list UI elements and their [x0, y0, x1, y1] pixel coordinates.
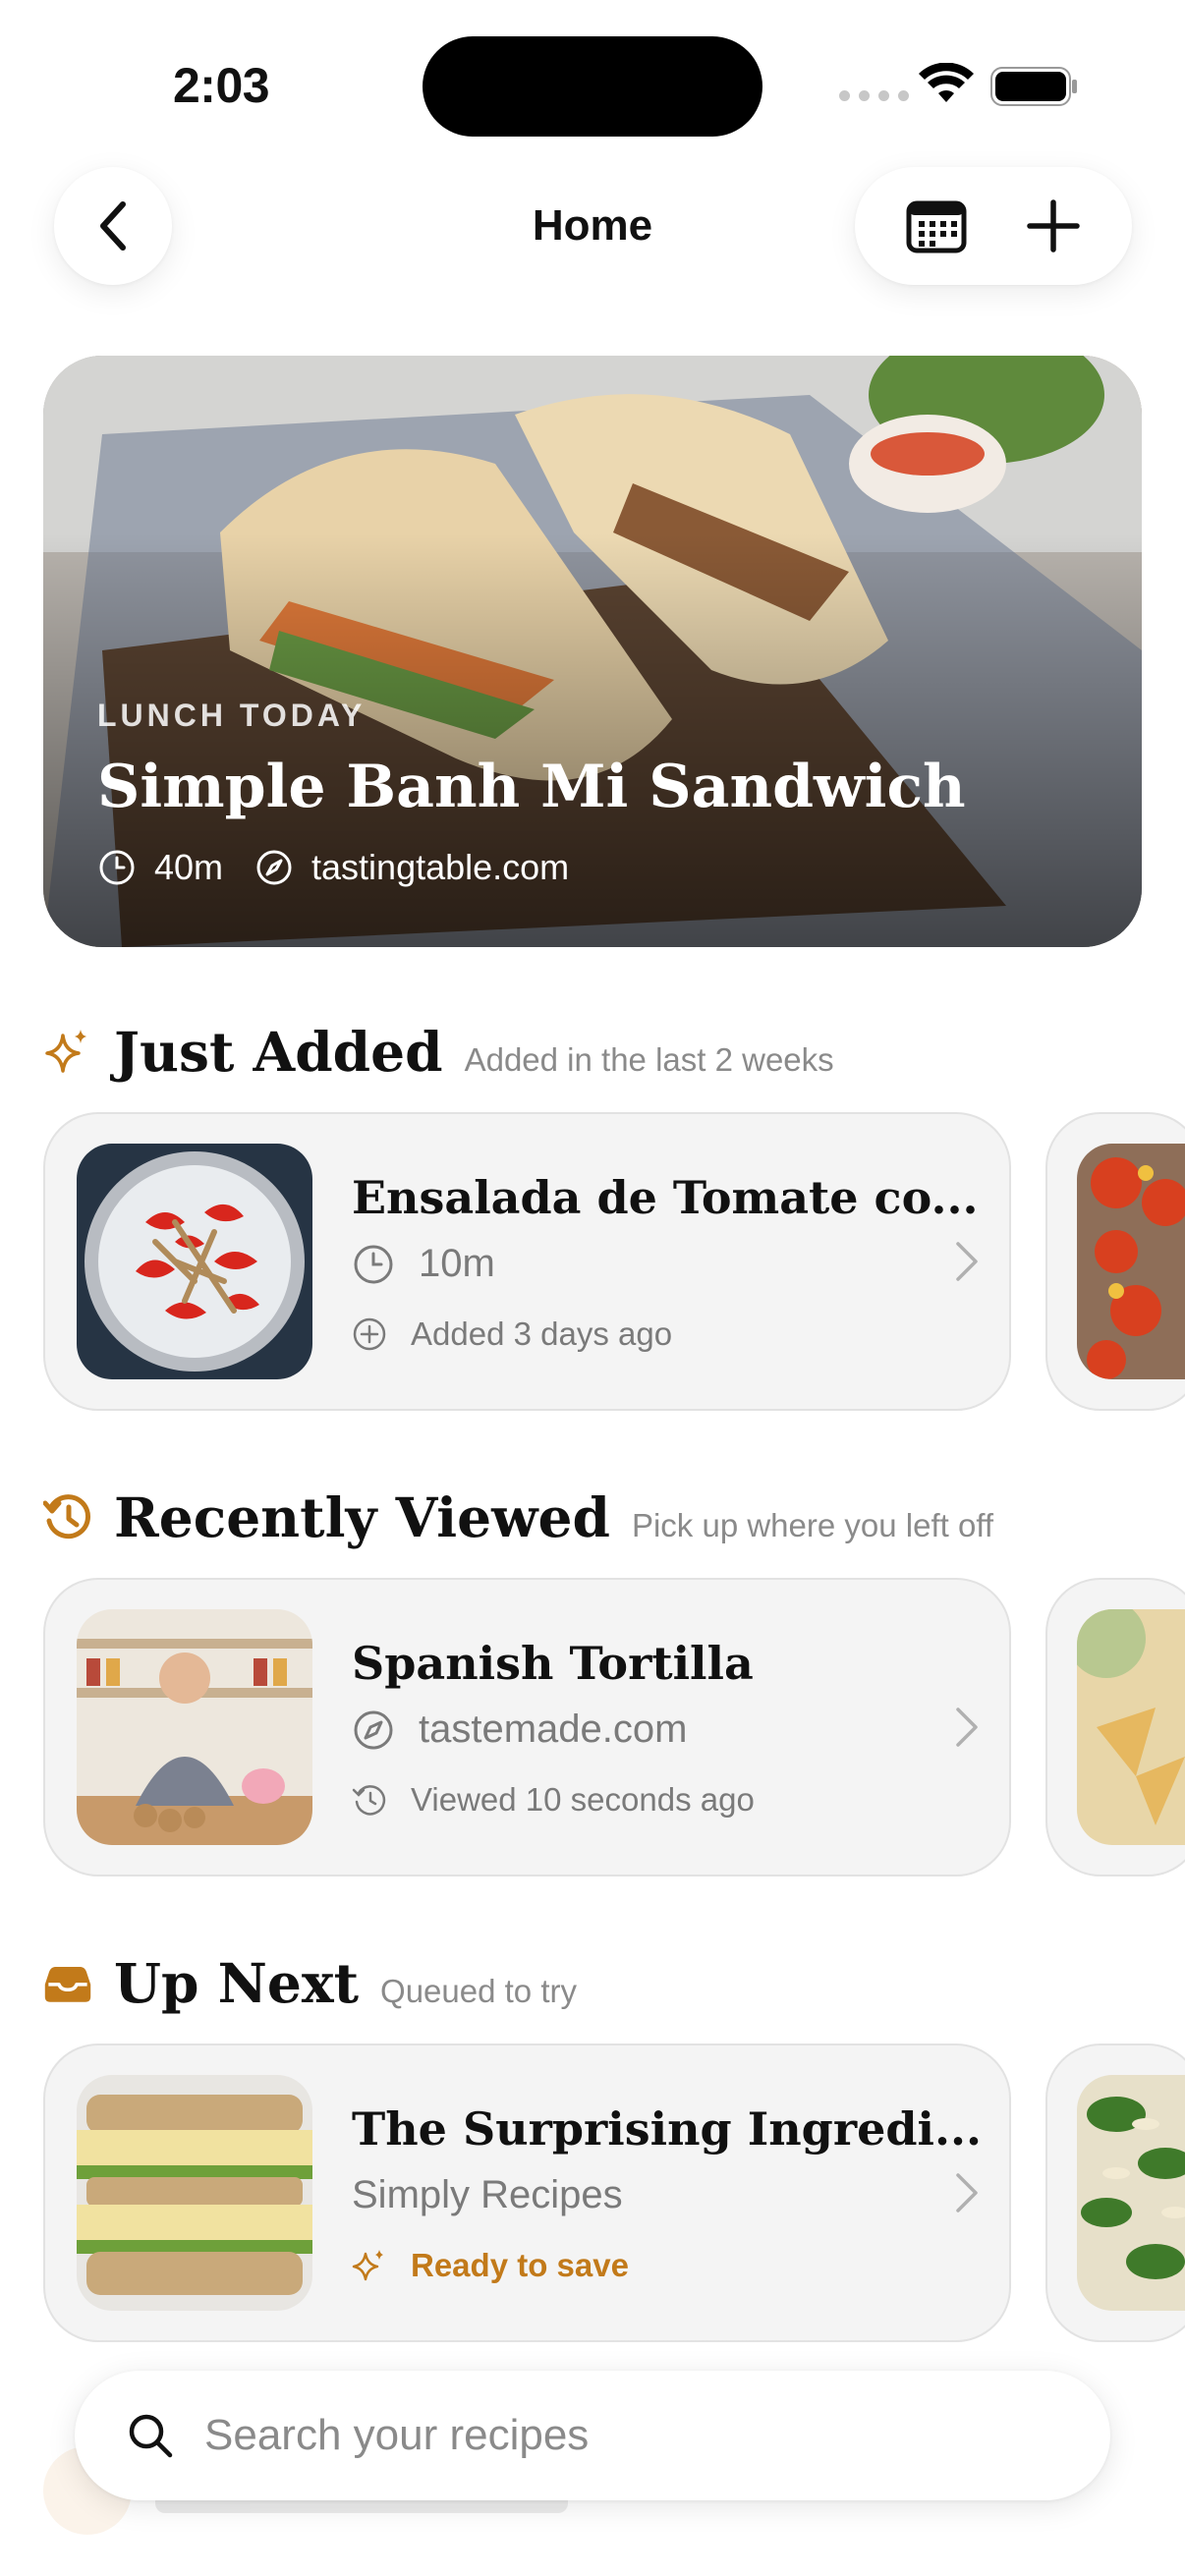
status-bar: 2:03 [0, 0, 1185, 147]
recipe-viewed-row: Viewed 10 seconds ago [352, 1781, 755, 1819]
recipe-status: Ready to save [411, 2247, 629, 2283]
clock-icon [99, 850, 135, 885]
clock-icon [354, 1245, 393, 1283]
cellular-signal-icon [839, 90, 909, 101]
nav-actions [855, 167, 1132, 285]
section-title: Up Next [114, 1951, 360, 2015]
recipe-title: Ensalada de Tomate co... [352, 1171, 979, 1224]
sparkles-icon [45, 1029, 86, 1073]
search-input[interactable] [204, 2411, 990, 2460]
section-subtitle: Added in the last 2 weeks [464, 1041, 834, 1078]
recipe-thumbnail [77, 1609, 312, 1845]
recipe-thumbnail [1077, 2075, 1185, 2311]
section-header-recently-viewed: Recently Viewed Pick up where you left o… [43, 1485, 993, 1549]
recipe-time-row: 10m [352, 1242, 495, 1286]
recipe-added-row: Added 3 days ago [352, 1316, 672, 1353]
dynamic-island [423, 36, 762, 137]
recipe-status-row: Ready to save [352, 2247, 629, 2284]
hero-card[interactable]: LUNCH TODAY Simple Banh Mi Sandwich 40m … [43, 356, 1142, 947]
section-title: Recently Viewed [114, 1485, 610, 1549]
battery-icon [990, 67, 1077, 106]
recipe-card-up-next[interactable]: The Surprising Ingredi... Simply Recipes… [43, 2044, 1011, 2342]
recipe-added-date: Added 3 days ago [411, 1316, 673, 1352]
recipe-source: Simply Recipes [352, 2173, 623, 2216]
section-subtitle: Pick up where you left off [631, 1507, 994, 1543]
search-icon [129, 2414, 173, 2458]
recipe-source-row: Simply Recipes [352, 2173, 623, 2217]
status-time: 2:03 [173, 58, 270, 113]
plus-circle-icon [353, 1317, 386, 1351]
hero-kicker: LUNCH TODAY [97, 698, 367, 733]
history-icon [352, 1785, 386, 1816]
recipe-title: The Surprising Ingredi... [352, 2102, 983, 2156]
compass-icon [256, 850, 292, 885]
chevron-right-icon [956, 2173, 978, 2212]
hero-meta: 40m tastingtable.com [97, 847, 569, 888]
section-title: Just Added [114, 1020, 443, 1084]
wifi-icon [919, 63, 974, 102]
sparkles-icon [352, 2250, 383, 2281]
recipe-card-peek[interactable] [1045, 1578, 1185, 1876]
section-header-up-next: Up Next Queued to try [43, 1951, 577, 2015]
recipe-time: 10m [419, 1242, 495, 1285]
hero-title: Simple Banh Mi Sandwich [97, 753, 966, 821]
chevron-right-icon [956, 1242, 978, 1281]
tray-icon [44, 1966, 91, 2002]
recipe-card-peek[interactable] [1045, 2044, 1185, 2342]
compass-icon [354, 1710, 393, 1749]
section-subtitle: Queued to try [380, 1973, 577, 2009]
hero-source: tastingtable.com [311, 847, 570, 887]
chevron-right-icon [956, 1708, 978, 1747]
recipe-thumbnail [1077, 1144, 1185, 1379]
section-header-just-added: Just Added Added in the last 2 weeks [43, 1020, 834, 1084]
recipe-source-row: tastemade.com [352, 1708, 687, 1752]
recipe-thumbnail [1077, 1609, 1185, 1845]
recipe-card-recently-viewed[interactable]: Spanish Tortilla tastemade.com Viewed 10… [43, 1578, 1011, 1876]
recipe-thumbnail [77, 1144, 312, 1379]
calendar-icon[interactable] [906, 197, 967, 254]
recipe-thumbnail [77, 2075, 312, 2311]
recipe-viewed-time: Viewed 10 seconds ago [411, 1781, 755, 1818]
plus-icon[interactable] [1026, 198, 1081, 253]
hero-time: 40m [154, 847, 224, 887]
recipe-card-peek[interactable] [1045, 1112, 1185, 1411]
recipe-title: Spanish Tortilla [352, 1637, 754, 1690]
recipe-card-just-added[interactable]: Ensalada de Tomate co... 10m Added 3 day… [43, 1112, 1011, 1411]
search-bar[interactable] [75, 2371, 1110, 2500]
recipe-source: tastemade.com [419, 1708, 688, 1751]
history-icon [43, 1493, 90, 1539]
